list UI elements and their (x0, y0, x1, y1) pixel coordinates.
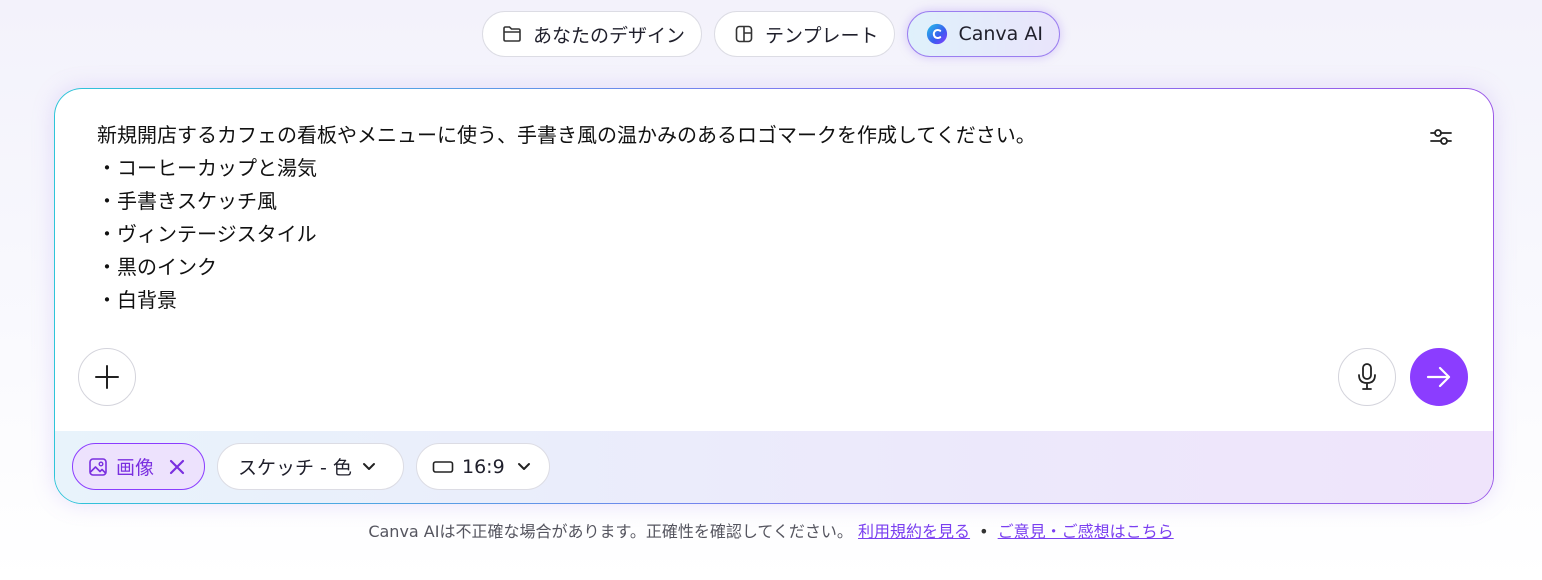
prompt-input[interactable]: 新規開店するカフェの看板やメニューに使う、手書き風の温かみのあるロゴマークを作成… (97, 119, 1397, 317)
tab-label: Canva AI (958, 23, 1043, 45)
feedback-link[interactable]: ご意見・ご感想はこちら (998, 522, 1174, 541)
style-dropdown[interactable]: スケッチ - 色 (217, 443, 404, 490)
chevron-down-icon (362, 462, 375, 470)
prompt-line: 新規開店するカフェの看板やメニューに使う、手書き風の温かみのあるロゴマークを作成… (97, 123, 1036, 147)
prompt-line: ・黒のインク (97, 255, 217, 279)
prompt-line: ・コーヒーカップと湯気 (97, 156, 317, 180)
tab-templates[interactable]: テンプレート (714, 11, 896, 57)
footer-separator: • (979, 522, 989, 541)
top-tabs: あなたのデザイン テンプレート Canva AI (0, 11, 1542, 57)
aspect-ratio-icon (432, 460, 454, 473)
sliders-icon (1430, 129, 1452, 145)
prompt-line: ・ヴィンテージスタイル (97, 222, 317, 246)
options-bar: 画像 スケッチ - 色 16:9 (55, 431, 1493, 503)
tab-label: テンプレート (765, 24, 879, 47)
plus-icon (95, 365, 119, 389)
close-icon[interactable] (168, 458, 186, 476)
tab-label: あなたのデザイン (533, 24, 686, 47)
voice-input-button[interactable] (1338, 348, 1396, 406)
add-button[interactable] (78, 348, 136, 406)
tab-canva-ai[interactable]: Canva AI (907, 11, 1060, 57)
settings-sliders-button[interactable] (1429, 125, 1453, 149)
style-label: スケッチ - 色 (238, 457, 352, 479)
output-type-chip[interactable]: 画像 (72, 443, 205, 490)
prompt-card: 新規開店するカフェの看板やメニューに使う、手書き風の温かみのあるロゴマークを作成… (54, 88, 1494, 504)
output-type-label: 画像 (116, 457, 155, 479)
send-button[interactable] (1410, 348, 1468, 406)
prompt-line: ・白背景 (97, 288, 177, 312)
arrow-right-icon (1426, 366, 1451, 388)
folder-icon (501, 23, 523, 45)
footer-disclaimer: Canva AIは不正確な場合があります。正確性を確認してください。 利用規約を… (0, 518, 1542, 542)
disclaimer-text: Canva AIは不正確な場合があります。正確性を確認してください。 (368, 522, 853, 541)
terms-link[interactable]: 利用規約を見る (858, 522, 970, 541)
microphone-icon (1358, 363, 1376, 390)
aspect-ratio-dropdown[interactable]: 16:9 (416, 443, 550, 490)
template-icon (733, 23, 755, 45)
tab-your-designs[interactable]: あなたのデザイン (482, 11, 703, 57)
canva-ai-icon (926, 23, 948, 45)
image-icon (89, 457, 107, 476)
aspect-ratio-label: 16:9 (462, 455, 505, 478)
prompt-line: ・手書きスケッチ風 (97, 189, 277, 213)
chevron-down-icon (517, 462, 530, 470)
